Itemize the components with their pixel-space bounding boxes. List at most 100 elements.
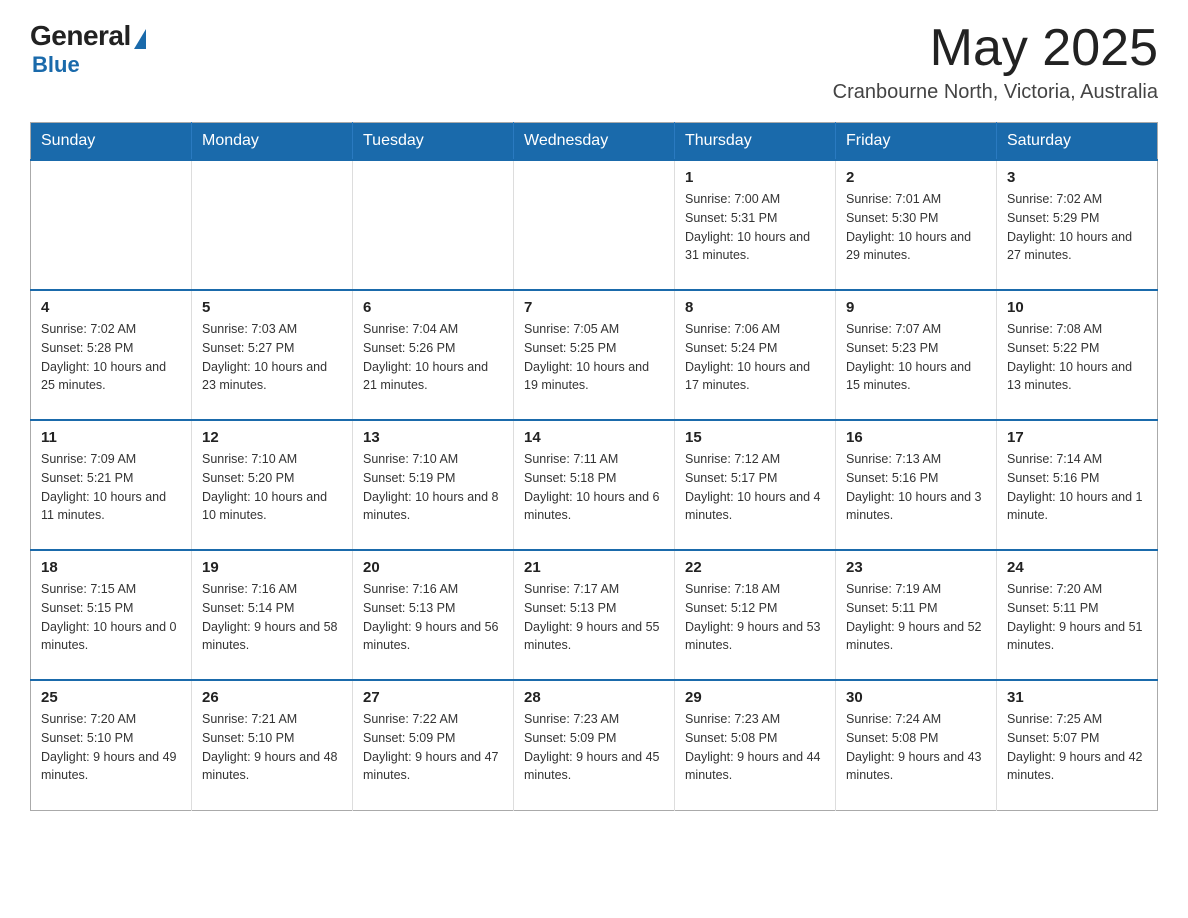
calendar-cell: 20Sunrise: 7:16 AMSunset: 5:13 PMDayligh… [353, 550, 514, 680]
day-info: Sunrise: 7:10 AMSunset: 5:19 PMDaylight:… [363, 450, 503, 525]
day-info: Sunrise: 7:23 AMSunset: 5:08 PMDaylight:… [685, 710, 825, 785]
weekday-header-friday: Friday [836, 123, 997, 161]
calendar-week-5: 25Sunrise: 7:20 AMSunset: 5:10 PMDayligh… [31, 680, 1158, 810]
day-info: Sunrise: 7:10 AMSunset: 5:20 PMDaylight:… [202, 450, 342, 525]
calendar-cell: 4Sunrise: 7:02 AMSunset: 5:28 PMDaylight… [31, 290, 192, 420]
weekday-header-saturday: Saturday [997, 123, 1158, 161]
day-info: Sunrise: 7:23 AMSunset: 5:09 PMDaylight:… [524, 710, 664, 785]
calendar-cell: 2 Sunrise: 7:01 AMSunset: 5:30 PMDaylight… [836, 160, 997, 290]
calendar-cell: 21 Sunrise: 7:17 AMSunset: 5:13 PMDayligh… [514, 550, 675, 680]
day-number: 27 [363, 689, 503, 706]
day-number: 7 [524, 299, 664, 316]
day-number: 24 [1007, 559, 1147, 576]
day-info: Sunrise: 7:02 AMSunset: 5:29 PMDaylight:… [1007, 190, 1147, 265]
weekday-header-monday: Monday [192, 123, 353, 161]
day-number: 29 [685, 689, 825, 706]
day-info: Sunrise: 7:09 AMSunset: 5:21 PMDaylight:… [41, 450, 181, 525]
day-info: Sunrise: 7:16 AMSunset: 5:13 PMDaylight:… [363, 580, 503, 655]
calendar-cell [353, 160, 514, 290]
calendar-cell: 26 Sunrise: 7:21 AMSunset: 5:10 PMDayligh… [192, 680, 353, 810]
calendar-cell: 6 Sunrise: 7:04 AMSunset: 5:26 PMDaylight… [353, 290, 514, 420]
calendar-cell: 31 Sunrise: 7:25 AMSunset: 5:07 PMDayligh… [997, 680, 1158, 810]
calendar-header: SundayMondayTuesdayWednesdayThursdayFrid… [31, 123, 1158, 161]
day-info: Sunrise: 7:14 AMSunset: 5:16 PMDaylight:… [1007, 450, 1147, 525]
calendar-table: SundayMondayTuesdayWednesdayThursdayFrid… [30, 122, 1158, 811]
day-number: 14 [524, 429, 664, 446]
day-number: 9 [846, 299, 986, 316]
day-info: Sunrise: 7:04 AMSunset: 5:26 PMDaylight:… [363, 320, 503, 395]
day-info: Sunrise: 7:01 AMSunset: 5:30 PMDaylight:… [846, 190, 986, 265]
calendar-week-3: 11 Sunrise: 7:09 AMSunset: 5:21 PMDayligh… [31, 420, 1158, 550]
day-info: Sunrise: 7:20 AMSunset: 5:11 PMDaylight:… [1007, 580, 1147, 655]
day-number: 19 [202, 559, 342, 576]
logo-triangle-icon [134, 29, 146, 49]
day-number: 5 [202, 299, 342, 316]
calendar-cell: 1Sunrise: 7:00 AMSunset: 5:31 PMDaylight… [675, 160, 836, 290]
day-number: 11 [41, 429, 181, 446]
calendar-cell: 15 Sunrise: 7:12 AMSunset: 5:17 PMDayligh… [675, 420, 836, 550]
weekday-header-thursday: Thursday [675, 123, 836, 161]
logo-general-text: General [30, 20, 131, 52]
day-info: Sunrise: 7:16 AMSunset: 5:14 PMDaylight:… [202, 580, 342, 655]
day-number: 8 [685, 299, 825, 316]
day-info: Sunrise: 7:12 AMSunset: 5:17 PMDaylight:… [685, 450, 825, 525]
weekday-header-row: SundayMondayTuesdayWednesdayThursdayFrid… [31, 123, 1158, 161]
calendar-cell: 30Sunrise: 7:24 AMSunset: 5:08 PMDayligh… [836, 680, 997, 810]
calendar-cell: 16Sunrise: 7:13 AMSunset: 5:16 PMDayligh… [836, 420, 997, 550]
day-number: 26 [202, 689, 342, 706]
day-info: Sunrise: 7:20 AMSunset: 5:10 PMDaylight:… [41, 710, 181, 785]
calendar-cell: 11 Sunrise: 7:09 AMSunset: 5:21 PMDayligh… [31, 420, 192, 550]
calendar-cell [192, 160, 353, 290]
day-number: 15 [685, 429, 825, 446]
logo: General Blue [30, 20, 146, 78]
calendar-cell: 17 Sunrise: 7:14 AMSunset: 5:16 PMDayligh… [997, 420, 1158, 550]
month-title: May 2025 [833, 20, 1158, 77]
calendar-cell: 12Sunrise: 7:10 AMSunset: 5:20 PMDayligh… [192, 420, 353, 550]
day-number: 28 [524, 689, 664, 706]
day-number: 10 [1007, 299, 1147, 316]
calendar-cell: 23Sunrise: 7:19 AMSunset: 5:11 PMDayligh… [836, 550, 997, 680]
calendar-cell: 22 Sunrise: 7:18 AMSunset: 5:12 PMDayligh… [675, 550, 836, 680]
day-info: Sunrise: 7:08 AMSunset: 5:22 PMDaylight:… [1007, 320, 1147, 395]
day-number: 18 [41, 559, 181, 576]
calendar-cell: 7 Sunrise: 7:05 AMSunset: 5:25 PMDaylight… [514, 290, 675, 420]
day-number: 3 [1007, 169, 1147, 186]
day-info: Sunrise: 7:06 AMSunset: 5:24 PMDaylight:… [685, 320, 825, 395]
day-info: Sunrise: 7:17 AMSunset: 5:13 PMDaylight:… [524, 580, 664, 655]
day-number: 6 [363, 299, 503, 316]
page-header: General Blue May 2025 Cranbourne North, … [30, 20, 1158, 104]
day-info: Sunrise: 7:21 AMSunset: 5:10 PMDaylight:… [202, 710, 342, 785]
calendar-week-4: 18Sunrise: 7:15 AMSunset: 5:15 PMDayligh… [31, 550, 1158, 680]
day-number: 22 [685, 559, 825, 576]
calendar-cell: 29 Sunrise: 7:23 AMSunset: 5:08 PMDayligh… [675, 680, 836, 810]
day-info: Sunrise: 7:18 AMSunset: 5:12 PMDaylight:… [685, 580, 825, 655]
calendar-cell: 27Sunrise: 7:22 AMSunset: 5:09 PMDayligh… [353, 680, 514, 810]
day-info: Sunrise: 7:19 AMSunset: 5:11 PMDaylight:… [846, 580, 986, 655]
day-info: Sunrise: 7:13 AMSunset: 5:16 PMDaylight:… [846, 450, 986, 525]
day-number: 30 [846, 689, 986, 706]
calendar-cell [514, 160, 675, 290]
day-info: Sunrise: 7:07 AMSunset: 5:23 PMDaylight:… [846, 320, 986, 395]
day-number: 17 [1007, 429, 1147, 446]
day-info: Sunrise: 7:25 AMSunset: 5:07 PMDaylight:… [1007, 710, 1147, 785]
day-info: Sunrise: 7:11 AMSunset: 5:18 PMDaylight:… [524, 450, 664, 525]
calendar-cell: 18Sunrise: 7:15 AMSunset: 5:15 PMDayligh… [31, 550, 192, 680]
day-number: 31 [1007, 689, 1147, 706]
calendar-cell: 9 Sunrise: 7:07 AMSunset: 5:23 PMDaylight… [836, 290, 997, 420]
calendar-cell: 5Sunrise: 7:03 AMSunset: 5:27 PMDaylight… [192, 290, 353, 420]
day-info: Sunrise: 7:05 AMSunset: 5:25 PMDaylight:… [524, 320, 664, 395]
weekday-header-tuesday: Tuesday [353, 123, 514, 161]
calendar-cell: 10 Sunrise: 7:08 AMSunset: 5:22 PMDayligh… [997, 290, 1158, 420]
logo-blue-text: Blue [32, 52, 80, 78]
calendar-cell: 3 Sunrise: 7:02 AMSunset: 5:29 PMDaylight… [997, 160, 1158, 290]
day-number: 2 [846, 169, 986, 186]
day-number: 21 [524, 559, 664, 576]
title-block: May 2025 Cranbourne North, Victoria, Aus… [833, 20, 1158, 104]
day-number: 4 [41, 299, 181, 316]
calendar-cell: 25Sunrise: 7:20 AMSunset: 5:10 PMDayligh… [31, 680, 192, 810]
location-title: Cranbourne North, Victoria, Australia [833, 81, 1158, 104]
calendar-body: 1Sunrise: 7:00 AMSunset: 5:31 PMDaylight… [31, 160, 1158, 810]
calendar-cell: 19 Sunrise: 7:16 AMSunset: 5:14 PMDayligh… [192, 550, 353, 680]
calendar-cell [31, 160, 192, 290]
calendar-week-2: 4Sunrise: 7:02 AMSunset: 5:28 PMDaylight… [31, 290, 1158, 420]
